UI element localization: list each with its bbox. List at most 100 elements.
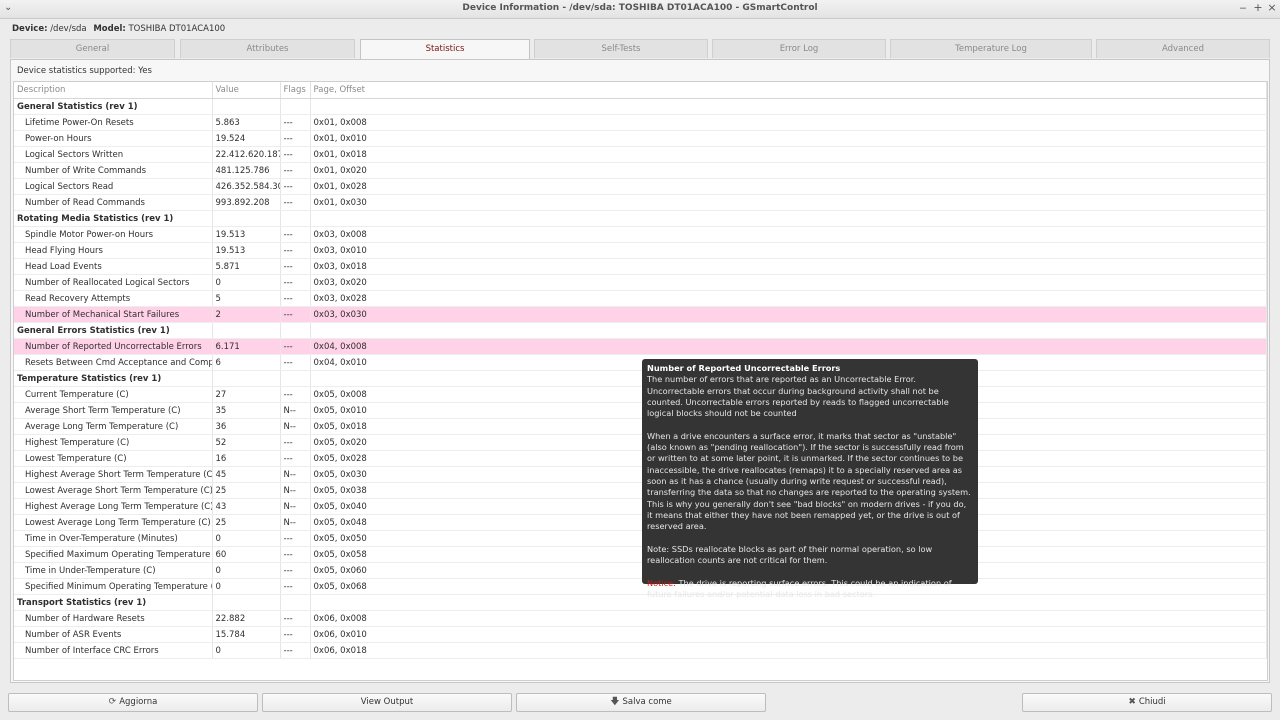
table-row[interactable]: Specified Maximum Operating Temperature … (14, 546, 1267, 563)
cell-flags: N-- (280, 466, 311, 483)
cell-flags: --- (280, 290, 311, 307)
cell-value: 45 (212, 466, 281, 483)
cell-page-offset (310, 210, 1267, 227)
tab-error-log[interactable]: Error Log (712, 39, 886, 58)
column-header-page-offset[interactable]: Page, Offset (310, 82, 1267, 99)
cell-description: Average Long Term Temperature (C) (14, 418, 213, 435)
window-close-button[interactable]: × (1265, 1, 1279, 14)
cell-flags (280, 322, 311, 339)
cell-page-offset: 0x01, 0x018 (310, 146, 1267, 163)
table-section-row[interactable]: General Errors Statistics (rev 1) (14, 322, 1267, 339)
cell-value: 0 (212, 642, 281, 659)
table-row[interactable]: Number of Mechanical Start Failures 2 --- 0… (14, 306, 1267, 323)
table-row[interactable]: Number of Reported Uncorrectable Errors 6… (14, 338, 1267, 355)
cell-description: Highest Average Short Term Temperature (… (14, 466, 213, 483)
table-row[interactable]: Logical Sectors Read426.352.584.300---0x… (14, 178, 1267, 195)
tab-bar: General Attributes Statistics Self-Tests… (10, 39, 1270, 60)
column-header-value[interactable]: Value (212, 82, 281, 99)
table-row[interactable]: Highest Average Long Term Temperature (C… (14, 498, 1267, 515)
statistics-table-container[interactable]: Description Value Flags Page, Offset Gen… (13, 81, 1268, 681)
tooltip-description: The number of errors that are reported a… (647, 374, 949, 419)
save-as-button-label: Salva come (622, 697, 672, 707)
table-row[interactable]: Lowest Average Short Term Temperature (C… (14, 482, 1267, 499)
cell-flags: --- (280, 242, 311, 259)
cell-description: Highest Average Long Term Temperature (C… (14, 498, 213, 515)
tab-general[interactable]: General (10, 39, 175, 58)
cell-flags: --- (280, 610, 311, 627)
save-as-button[interactable]: 🡇 Salva come (516, 693, 766, 712)
cell-value: 0 (212, 274, 281, 291)
table-row[interactable]: Lowest Average Long Term Temperature (C)… (14, 514, 1267, 531)
table-row[interactable]: Specified Minimum Operating Temperature … (14, 578, 1267, 595)
table-row[interactable]: Highest Average Short Term Temperature (… (14, 466, 1267, 483)
table-row[interactable]: Resets Between Cmd Acceptance and Comple… (14, 354, 1267, 371)
table-row[interactable]: Head Load Events 5.871 --- 0x03, 0x018 (14, 258, 1267, 275)
statistics-supported-label: Device statistics supported: Yes (17, 66, 152, 76)
cell-page-offset: 0x01, 0x028 (310, 178, 1267, 195)
cell-page-offset (310, 98, 1267, 115)
cell-description: Head Load Events (14, 258, 213, 275)
table-row[interactable]: Number of ASR Events 15.784 --- 0x06, 0x010 (14, 626, 1267, 643)
cell-description: Read Recovery Attempts (14, 290, 213, 307)
cell-page-offset: 0x03, 0x010 (310, 242, 1267, 259)
refresh-button[interactable]: ⟳ Aggiorna (8, 693, 258, 712)
cell-flags: --- (280, 274, 311, 291)
tab-statistics[interactable]: Statistics (360, 39, 530, 60)
cell-description: Number of Write Commands (14, 162, 213, 179)
cell-flags: --- (280, 578, 311, 595)
table-row[interactable]: Time in Over-Temperature (Minutes) 0 --- 0x… (14, 530, 1267, 547)
close-button[interactable]: ✖ Chiudi (1022, 693, 1272, 712)
table-row[interactable]: Logical Sectors Written 22.412.620.187 ---… (14, 146, 1267, 163)
cell-value: 15.784 (212, 626, 281, 643)
tab-temperature-log[interactable]: Temperature Log (890, 39, 1092, 58)
cell-description: Time in Over-Temperature (Minutes) (14, 530, 213, 547)
table-row[interactable]: Average Short Term Temperature (C) 35 N-- 0… (14, 402, 1267, 419)
table-row[interactable]: Time in Under-Temperature (C) 0 --- 0x05, 0… (14, 562, 1267, 579)
cell-description: Temperature Statistics (rev 1) (14, 370, 213, 387)
table-row[interactable]: Head Flying Hours 19.513 --- 0x03, 0x010 (14, 242, 1267, 259)
tab-attributes[interactable]: Attributes (180, 39, 355, 58)
cell-page-offset: 0x03, 0x028 (310, 290, 1267, 307)
table-row[interactable]: Number of Read Commands 993.892.208 --- 0x0… (14, 194, 1267, 211)
cell-flags: --- (280, 162, 311, 179)
maximize-button[interactable]: + (1251, 1, 1265, 14)
view-output-button[interactable]: View Output (262, 693, 512, 712)
table-section-row[interactable]: Temperature Statistics (rev 1) (14, 370, 1267, 387)
table-section-row[interactable]: General Statistics (rev 1) (14, 98, 1267, 115)
table-row[interactable]: Number of Hardware Resets 22.882 --- 0x06, … (14, 610, 1267, 627)
tooltip-reallocation-explanation: When a drive encounters a surface error,… (647, 430, 971, 532)
table-row[interactable]: Number of Write Commands 481.125.786 --- 0x… (14, 162, 1267, 179)
cell-value: 6.171 (212, 338, 281, 355)
column-header-description[interactable]: Description (14, 82, 213, 99)
table-row[interactable]: Number of Interface CRC Errors 0 --- 0x06, … (14, 642, 1267, 659)
model-value: TOSHIBA DT01ACA100 (128, 24, 226, 34)
table-section-row[interactable]: Rotating Media Statistics (rev 1) (14, 210, 1267, 227)
table-row[interactable]: Lifetime Power-On Resets 5.863 --- 0x01, 0x… (14, 114, 1267, 131)
tab-advanced[interactable]: Advanced (1096, 39, 1270, 58)
cell-description: Logical Sectors Written (14, 146, 213, 163)
table-row[interactable]: Power-on Hours 19.524 --- 0x01, 0x010 (14, 130, 1267, 147)
table-row[interactable]: Lowest Temperature (C) 16 --- 0x05, 0x028 (14, 450, 1267, 467)
cell-description: Lowest Average Short Term Temperature (C… (14, 482, 213, 499)
cell-value (212, 98, 281, 115)
table-row[interactable]: Spindle Motor Power-on Hours 19.513 --- 0x0… (14, 226, 1267, 243)
tab-self-tests[interactable]: Self-Tests (534, 39, 708, 58)
refresh-button-label: Aggiorna (119, 697, 158, 707)
table-row[interactable]: Read Recovery Attempts 5 --- 0x03, 0x028 (14, 290, 1267, 307)
minimize-button[interactable]: ‒ (1236, 1, 1250, 14)
cell-description: Logical Sectors Read (14, 178, 213, 195)
table-section-row[interactable]: Transport Statistics (rev 1) (14, 594, 1267, 611)
table-row[interactable]: Average Long Term Temperature (C) 36 N-- 0x… (14, 418, 1267, 435)
cell-description: General Errors Statistics (rev 1) (14, 322, 213, 339)
cell-flags: N-- (280, 498, 311, 515)
column-header-flags[interactable]: Flags (280, 82, 311, 99)
table-row[interactable]: Current Temperature (C) 27 --- 0x05, 0x008 (14, 386, 1267, 403)
cell-value: 0 (212, 530, 281, 547)
cell-flags: --- (280, 194, 311, 211)
table-row[interactable]: Number of Reallocated Logical Sectors 0 --… (14, 274, 1267, 291)
cell-description: Number of ASR Events (14, 626, 213, 643)
table-row[interactable]: Highest Temperature (C) 52 --- 0x05, 0x020 (14, 434, 1267, 451)
cell-value: 22.882 (212, 610, 281, 627)
cell-value (212, 594, 281, 611)
cell-page-offset: 0x03, 0x008 (310, 226, 1267, 243)
